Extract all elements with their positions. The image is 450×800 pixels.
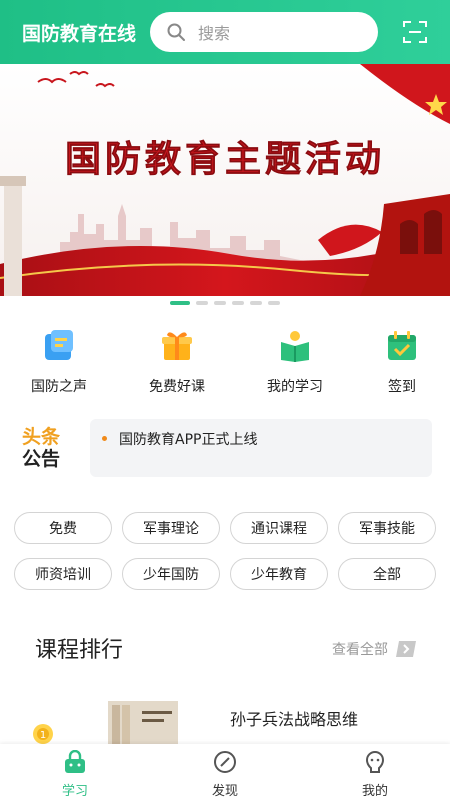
tag-military-skills[interactable]: 军事技能	[338, 512, 436, 544]
carousel-dot[interactable]	[232, 301, 244, 305]
tag-military-theory[interactable]: 军事理论	[122, 512, 220, 544]
carousel-dots	[0, 301, 450, 305]
rank-number: 1	[40, 730, 46, 741]
carousel-dot[interactable]	[170, 301, 190, 305]
checkin-calendar-icon	[388, 331, 416, 360]
tag-youth-defense[interactable]: 少年国防	[122, 558, 220, 590]
study-book-icon	[281, 331, 309, 362]
quick-link-voice[interactable]: 国防之声	[0, 328, 118, 396]
quick-link-my-study[interactable]: 我的学习	[236, 328, 354, 396]
carousel-dot[interactable]	[268, 301, 280, 305]
tab-discover[interactable]: 发现	[150, 744, 300, 800]
course-item[interactable]: 1 孙子兵法战略思维	[0, 695, 450, 747]
tab-mine[interactable]: 我的	[300, 744, 450, 800]
category-tags: 免费 军事理论 通识课程 军事技能 师资培训 少年国防 少年教育 全部	[14, 512, 440, 590]
view-all-link[interactable]: 查看全部	[332, 639, 416, 659]
chevron-right-icon	[396, 641, 416, 657]
tab-label: 我的	[361, 784, 388, 799]
tab-label: 发现	[211, 784, 238, 799]
compass-icon	[214, 751, 236, 773]
tag-youth-education[interactable]: 少年教育	[230, 558, 328, 590]
search-input[interactable]: 搜索	[150, 12, 378, 52]
tag-free[interactable]: 免费	[14, 512, 112, 544]
carousel-dot[interactable]	[250, 301, 262, 305]
notice-text[interactable]: 国防教育APP正式上线	[119, 429, 257, 449]
profile-icon	[365, 750, 385, 773]
tag-teacher-training[interactable]: 师资培训	[14, 558, 112, 590]
tag-general-courses[interactable]: 通识课程	[230, 512, 328, 544]
quick-link-label: 签到	[388, 379, 416, 395]
bottom-tab-bar: 学习 发现 我的	[0, 744, 450, 800]
quick-link-label: 我的学习	[267, 379, 323, 395]
course-title: 孙子兵法战略思维	[230, 710, 359, 729]
course-cover-image	[108, 701, 178, 747]
gift-icon	[162, 332, 192, 360]
top-bar: 国防教育在线 搜索	[0, 0, 450, 64]
carousel-dot[interactable]	[214, 301, 226, 305]
quick-links: 国防之声 免费好课 我的学习 签到	[0, 328, 450, 396]
view-all-label: 查看全部	[332, 642, 388, 658]
headline-notice[interactable]: 头条 公告 国防教育APP正式上线	[22, 418, 432, 478]
bullet-dot	[102, 436, 107, 441]
tab-study[interactable]: 学习	[0, 744, 150, 800]
quick-link-checkin[interactable]: 签到	[354, 328, 450, 396]
banner-carousel[interactable]: 国防教育主题活动	[0, 64, 450, 296]
quick-link-label: 免费好课	[149, 379, 205, 395]
tab-label: 学习	[61, 784, 88, 799]
notice-logo: 头条 公告	[22, 418, 82, 478]
search-icon	[167, 23, 185, 41]
app-title: 国防教育在线	[22, 22, 137, 45]
tag-all[interactable]: 全部	[338, 558, 436, 590]
scan-menu-icon[interactable]	[402, 19, 428, 45]
gold-medal-icon: 1	[33, 724, 53, 744]
banner-headline: 国防教育主题活动	[65, 138, 385, 180]
notice-box[interactable]: 国防教育APP正式上线	[90, 419, 432, 477]
notice-logo-line1: 头条	[22, 426, 61, 448]
quick-link-free-courses[interactable]: 免费好课	[118, 328, 236, 396]
search-placeholder: 搜索	[198, 24, 231, 43]
quick-link-label: 国防之声	[31, 379, 87, 395]
study-bag-icon	[65, 750, 85, 773]
section-title: 课程排行	[35, 638, 124, 663]
broadcast-icon	[45, 330, 73, 360]
notice-logo-line2: 公告	[22, 448, 61, 470]
carousel-dot[interactable]	[196, 301, 208, 305]
banner-image: 国防教育主题活动	[0, 64, 450, 296]
